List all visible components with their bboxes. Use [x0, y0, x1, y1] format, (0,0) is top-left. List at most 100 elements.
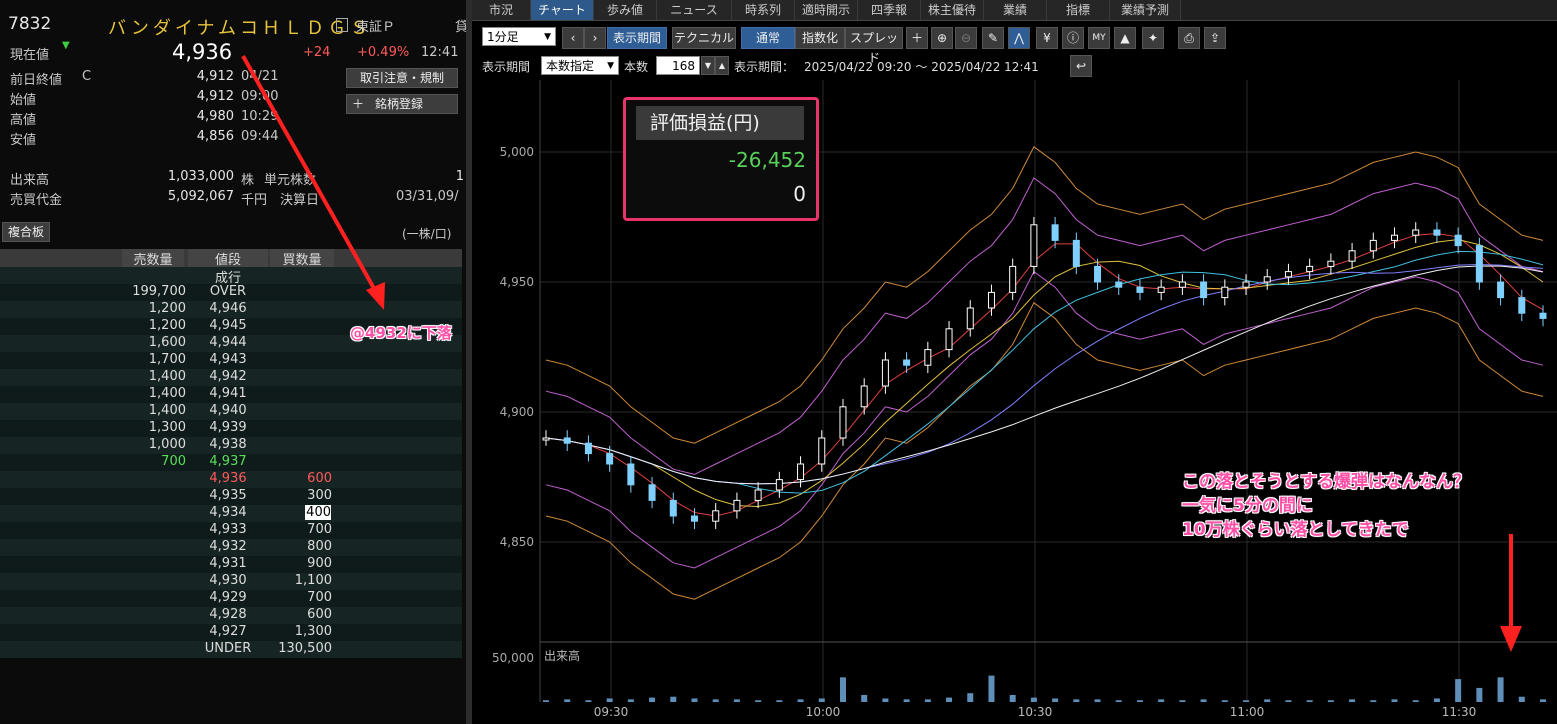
tab-4[interactable]: 時系列: [732, 0, 795, 20]
tab-2[interactable]: 歩み値: [594, 0, 657, 20]
low-time: 09:44: [241, 129, 279, 144]
candle-body: [1518, 297, 1526, 314]
wrench-icon[interactable]: ✦: [1142, 27, 1164, 49]
order-book-row[interactable]: 1,200 4,946: [0, 301, 462, 318]
tab-5[interactable]: 適時開示: [795, 0, 858, 20]
register-button[interactable]: ＋ 銘柄登録: [346, 94, 458, 114]
order-book-row[interactable]: 4,931 900: [0, 556, 462, 573]
order-book-row[interactable]: 700 4,937: [0, 454, 462, 471]
order-book-row[interactable]: 4,927 1,300: [0, 624, 462, 641]
pnl-value-secondary: 0: [793, 182, 806, 206]
order-book-row[interactable]: 4,929 700: [0, 590, 462, 607]
volume-tick-label: 50,000: [492, 651, 534, 665]
order-book-row[interactable]: 4,928 600: [0, 607, 462, 624]
order-book-row[interactable]: 4,936 600: [0, 471, 462, 488]
volume-bar: [988, 675, 995, 702]
price-level: 4,943: [209, 352, 247, 367]
price-level: 4,936: [209, 471, 247, 486]
price-level: 4,934: [209, 505, 247, 520]
print-icon[interactable]: ⎙: [1178, 27, 1200, 49]
sell-qty: 199,700: [132, 284, 186, 299]
order-book-row[interactable]: 4,934 400: [0, 505, 462, 522]
y-tick-label: 4,850: [500, 535, 534, 549]
tab-3[interactable]: ニュース: [657, 0, 732, 20]
pnl-label: 評価損益(円): [636, 106, 804, 140]
tab-1[interactable]: チャート: [531, 0, 594, 20]
volume-bar: [1285, 700, 1292, 702]
info-icon[interactable]: ⓘ: [1062, 27, 1084, 49]
tab-0[interactable]: 市況: [472, 0, 531, 20]
interval-select[interactable]: 1分足 ▼: [482, 27, 556, 46]
spread-mode-button[interactable]: スプレッド: [845, 27, 903, 65]
moving-average-line: [545, 250, 1544, 494]
price-level: 4,933: [209, 522, 247, 537]
count-mode-select[interactable]: 本数指定 ▼: [541, 56, 619, 75]
tab-10[interactable]: 業績予測: [1110, 0, 1181, 20]
volume-bar: [1327, 700, 1334, 702]
my-indicator-icon[interactable]: MY: [1088, 27, 1110, 49]
volume-value: 1,033,000: [167, 169, 234, 184]
volume-bar: [543, 700, 549, 702]
prev-close-date: 04/21: [241, 69, 279, 84]
order-book-row[interactable]: 1,400 4,941: [0, 386, 462, 403]
tab-6[interactable]: 四季報: [858, 0, 921, 20]
order-book-row[interactable]: 4,932 800: [0, 539, 462, 556]
tab-7[interactable]: 株主優待: [921, 0, 984, 20]
next-arrow-icon[interactable]: ›: [584, 27, 606, 49]
zoom-out-icon[interactable]: ⊖: [955, 27, 977, 49]
open-time: 09:00: [241, 89, 279, 104]
candle-body: [1157, 286, 1165, 293]
tab-9[interactable]: 指標: [1047, 0, 1110, 20]
order-book-row[interactable]: 199,700 OVER: [0, 284, 462, 301]
stock-code: 7832: [8, 14, 52, 34]
volume-bar: [670, 696, 677, 702]
stepper-down-icon[interactable]: ▼: [701, 56, 715, 75]
register-button-label: 銘柄登録: [375, 97, 424, 111]
volume-bar: [1433, 698, 1440, 702]
yen-icon[interactable]: ¥: [1036, 27, 1058, 49]
buy-qty: 600: [307, 607, 332, 622]
prev-arrow-icon[interactable]: ‹: [562, 27, 584, 49]
reset-icon[interactable]: ↩: [1070, 55, 1092, 77]
order-book-row[interactable]: UNDER 130,500: [0, 641, 462, 658]
candle-body: [1348, 250, 1356, 262]
order-book-row[interactable]: 4,935 300: [0, 488, 462, 505]
composite-board-button[interactable]: 複合板: [2, 222, 50, 242]
index-mode-button[interactable]: 指数化: [795, 27, 845, 49]
order-book-row[interactable]: 1,400 4,942: [0, 369, 462, 386]
volume-bar: [755, 700, 762, 702]
area-chart-icon[interactable]: ▲: [1114, 27, 1136, 49]
crosshair-icon[interactable]: ＋: [906, 27, 928, 49]
candle-body: [966, 307, 974, 330]
count-input[interactable]: 168: [656, 56, 700, 75]
order-book-row[interactable]: 1,000 4,938: [0, 437, 462, 454]
normal-mode-button[interactable]: 通常: [741, 27, 795, 49]
order-book-row[interactable]: 4,933 700: [0, 522, 462, 539]
open-label: 始値: [10, 93, 37, 108]
order-book-header: 売数量 値段 買数量: [0, 249, 462, 268]
trade-notice-button[interactable]: 取引注意・規制: [346, 68, 458, 88]
quote-panel: 7832 バンダイナムコＨＬＤＧＳ 東証Ｐ 貸 現在値 ▼ 4,936 +24 …: [0, 0, 466, 724]
trend-line-icon[interactable]: ⋀: [1008, 27, 1030, 49]
order-book-row[interactable]: 1,400 4,940: [0, 403, 462, 420]
order-book-row[interactable]: 4,930 1,100: [0, 573, 462, 590]
candle-body: [860, 385, 868, 408]
export-icon[interactable]: ⇪: [1204, 27, 1226, 49]
order-book-row[interactable]: 1,300 4,939: [0, 420, 462, 437]
document-icon[interactable]: [336, 18, 348, 32]
stepper-up-icon[interactable]: ▲: [715, 56, 729, 75]
zoom-in-icon[interactable]: ⊕: [931, 27, 953, 49]
band-lower-line: [545, 302, 1544, 600]
buy-qty: 300: [307, 488, 332, 503]
pencil-icon[interactable]: ✎: [982, 27, 1004, 49]
display-period-button[interactable]: 表示期間: [607, 27, 667, 49]
volume-bar: [967, 693, 974, 702]
technical-button[interactable]: テクニカル: [672, 27, 736, 49]
volume-bar: [1497, 677, 1504, 702]
market-order-row[interactable]: 成行: [0, 267, 462, 286]
price-change-pct: +0.49%: [357, 45, 410, 60]
tab-8[interactable]: 業績: [984, 0, 1047, 20]
stock-name[interactable]: バンダイナムコＨＬＤＧＳ: [108, 14, 372, 40]
candle-body: [648, 484, 656, 501]
order-book-row[interactable]: 1,700 4,943: [0, 352, 462, 369]
